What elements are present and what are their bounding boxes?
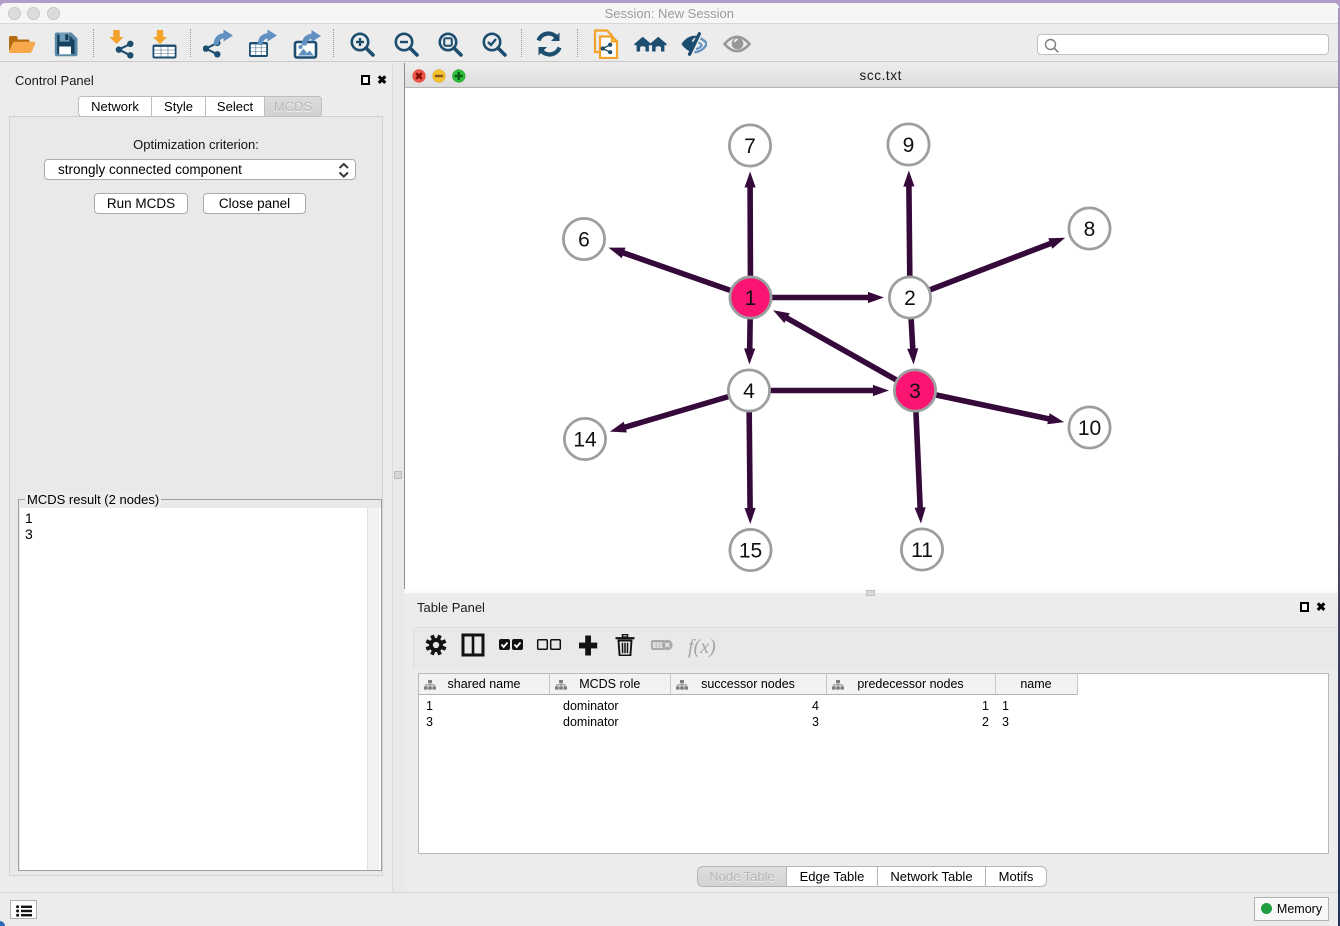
svg-text:1: 1 [745, 287, 757, 310]
svg-text:3: 3 [909, 380, 921, 403]
svg-text:2: 2 [904, 287, 916, 310]
svg-text:10: 10 [1078, 417, 1101, 440]
svg-text:8: 8 [1084, 218, 1096, 241]
svg-text:7: 7 [744, 135, 756, 158]
svg-text:9: 9 [903, 134, 915, 157]
svg-text:15: 15 [739, 540, 762, 563]
svg-text:6: 6 [578, 229, 590, 252]
svg-text:14: 14 [573, 429, 597, 452]
svg-text:4: 4 [743, 380, 755, 403]
svg-text:11: 11 [911, 539, 933, 562]
